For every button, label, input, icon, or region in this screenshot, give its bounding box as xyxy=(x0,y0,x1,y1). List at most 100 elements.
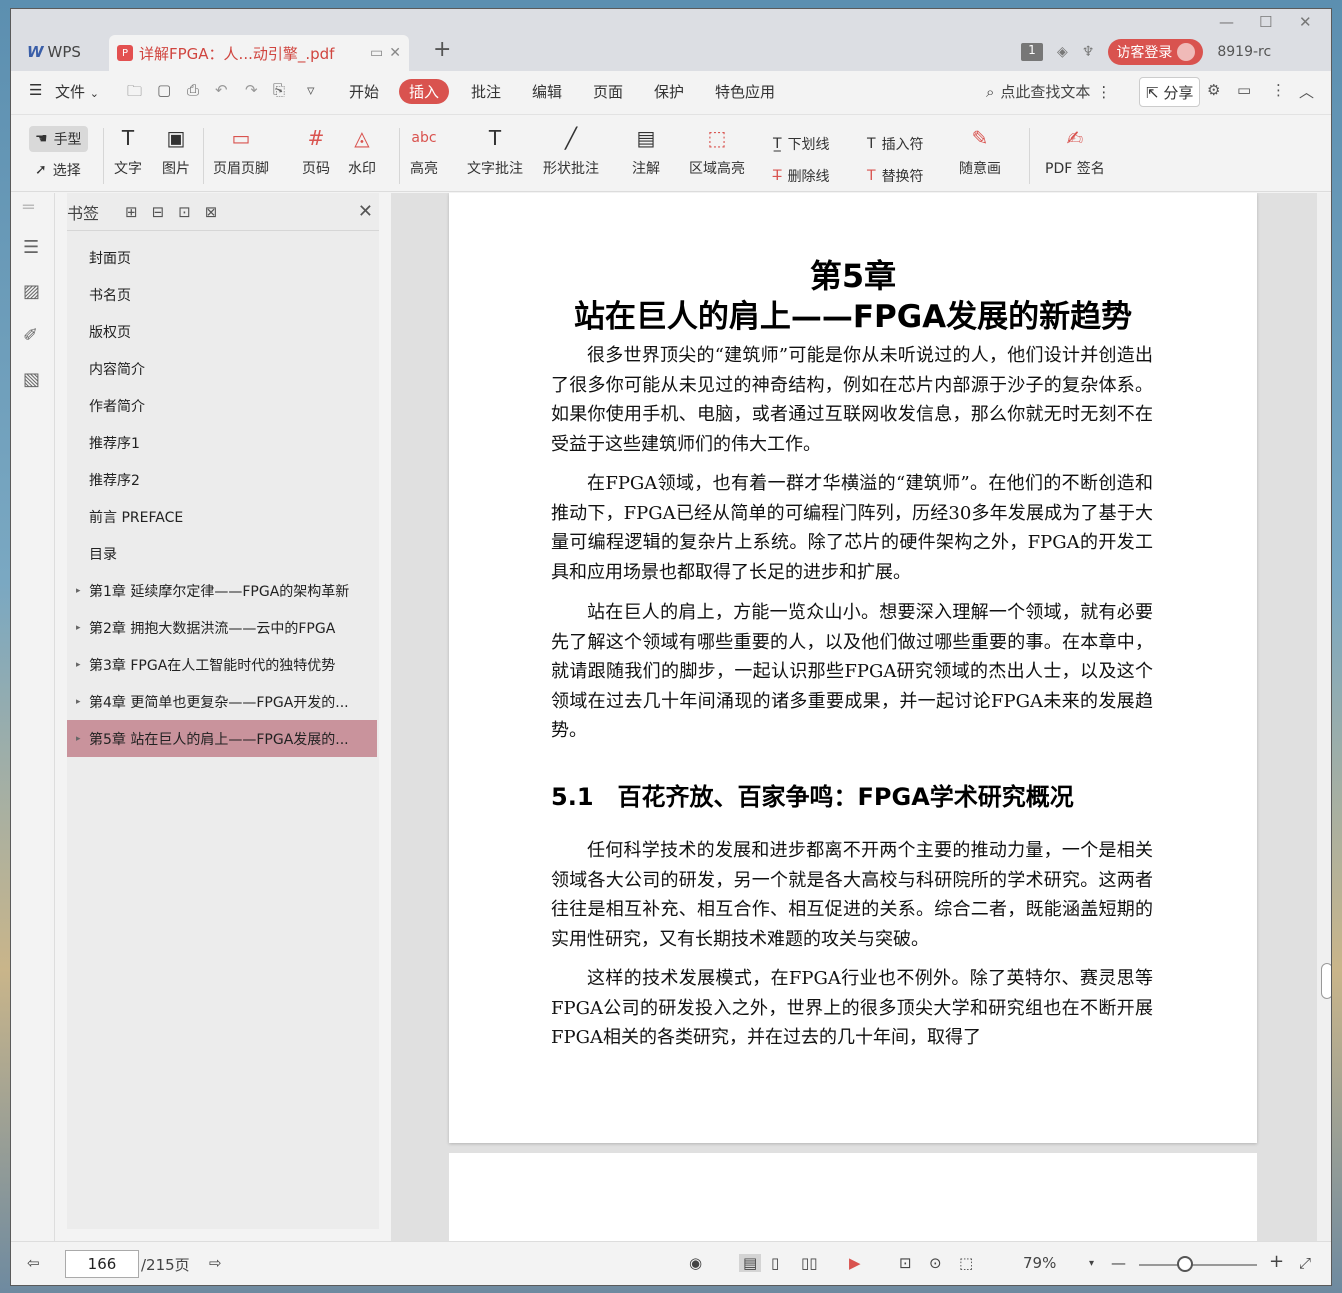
more-vertical-icon[interactable]: ⋮ xyxy=(1096,83,1111,101)
zoom-slider-knob[interactable] xyxy=(1177,1256,1193,1272)
bookmark-item[interactable]: 目录 xyxy=(67,535,379,572)
eye-protect-icon[interactable]: ◉ xyxy=(689,1254,702,1272)
bookmark-item[interactable]: 推荐序2 xyxy=(67,461,379,498)
bookmark-list-icon[interactable]: ☰ xyxy=(23,237,39,258)
insert-text-button[interactable]: T 文字 xyxy=(113,124,143,178)
bookmark-item[interactable]: 书名页 xyxy=(67,276,379,313)
bookmark-item[interactable]: 前言 PREFACE xyxy=(67,498,379,535)
share-button[interactable]: ⇱ 分享 xyxy=(1139,77,1201,107)
area-highlight-button[interactable]: ⬚ 区域高亮 xyxy=(689,124,745,178)
bookmark-item[interactable]: ▸ 第1章 延续摩尔定律——FPGA的架构革新 xyxy=(67,572,379,609)
expand-arrow-icon[interactable]: ▸ xyxy=(76,697,81,707)
text-comment-button[interactable]: T 文字批注 xyxy=(467,124,523,178)
signature-panel-icon[interactable]: ▧ xyxy=(23,369,40,390)
open-folder-icon[interactable]: 🗀 xyxy=(127,81,142,106)
underline-button[interactable]: T̲ 下划线 xyxy=(773,134,830,154)
expand-arrow-icon[interactable]: ▸ xyxy=(76,660,81,670)
menu-start[interactable]: 开始 xyxy=(349,81,379,102)
visitor-login-button[interactable]: 访客登录 xyxy=(1108,39,1204,65)
new-tab-button[interactable]: + xyxy=(433,37,451,62)
tab-close-icon[interactable]: ✕ xyxy=(389,45,401,61)
fullscreen-icon[interactable]: ⤢ xyxy=(1299,1254,1311,1272)
page-count-badge[interactable]: 1 xyxy=(1021,43,1043,61)
shape-comment-button[interactable]: ╱ 形状批注 xyxy=(543,124,599,178)
settings-gear-icon[interactable]: ⚙ xyxy=(1207,81,1220,99)
find-text-search[interactable]: ⌕ 点此查找文本 ⋮ xyxy=(986,81,1111,102)
hamburger-menu-icon[interactable]: ☰ xyxy=(29,81,42,99)
menu-special[interactable]: 特色应用 xyxy=(715,81,775,102)
print-icon[interactable]: ⎙ xyxy=(187,81,199,99)
insert-image-button[interactable]: ▣ 图片 xyxy=(161,124,191,178)
scrollbar-thumb[interactable] xyxy=(1321,963,1331,999)
skin-icon[interactable]: ◈ xyxy=(1057,44,1068,60)
select-tool-button[interactable]: ➚ 选择 xyxy=(35,160,81,180)
fit-width-icon[interactable]: ⬚ xyxy=(959,1254,973,1272)
single-page-icon[interactable]: ▯ xyxy=(771,1254,779,1272)
watermark-button[interactable]: ◬ 水印 xyxy=(347,124,377,178)
previous-page-icon[interactable]: ⇦ xyxy=(27,1254,40,1272)
expand-arrow-icon[interactable]: ▸ xyxy=(76,623,81,633)
file-menu[interactable]: 文件 ⌄ xyxy=(55,81,99,102)
more-icon[interactable]: ⋮ xyxy=(1271,81,1286,99)
maximize-button[interactable]: ☐ xyxy=(1259,13,1272,31)
bookmark-item[interactable]: ▸ 第4章 更简单也更复杂——FPGA开发的... xyxy=(67,683,379,720)
bookmark-item[interactable]: 版权页 xyxy=(67,313,379,350)
menu-comment[interactable]: 批注 xyxy=(471,81,501,102)
collapse-all-icon[interactable]: ⊟ xyxy=(152,203,165,221)
hand-tool-button[interactable]: ☚ 手型 xyxy=(29,126,88,152)
wps-home-tab[interactable]: W WPS xyxy=(21,37,103,67)
bookmark-item[interactable]: 作者简介 xyxy=(67,387,379,424)
document-tab[interactable]: P 详解FPGA：人...动引擎_.pdf ▭ ✕ xyxy=(109,35,409,71)
thumbnail-icon[interactable]: ▨ xyxy=(23,281,40,302)
menu-page[interactable]: 页面 xyxy=(593,81,623,102)
vertical-scrollbar[interactable] xyxy=(1317,193,1331,1241)
annotation-button[interactable]: ▤ 注解 xyxy=(631,124,661,178)
two-page-icon[interactable]: ▯▯ xyxy=(801,1254,818,1272)
zoom-dropdown-icon[interactable]: ▾ xyxy=(1089,1258,1094,1269)
more-quick-icon[interactable]: ▿ xyxy=(307,81,315,99)
close-panel-icon[interactable]: ✕ xyxy=(358,201,373,222)
freehand-button[interactable]: ✎ 随意画 xyxy=(959,124,1001,178)
play-icon[interactable]: ▶ xyxy=(849,1254,861,1272)
highlight-button[interactable]: abc 高亮 xyxy=(409,124,439,178)
next-page-icon[interactable]: ⇨ xyxy=(209,1254,222,1272)
strikethrough-button[interactable]: T̶ 删除线 xyxy=(773,166,830,186)
continuous-view-icon[interactable]: ▤ xyxy=(739,1254,762,1272)
menu-edit[interactable]: 编辑 xyxy=(532,81,562,102)
annotation-panel-icon[interactable]: ✐ xyxy=(23,325,38,346)
expand-icon[interactable]: ⊡ xyxy=(178,203,191,221)
bookmark-settings-icon[interactable]: ⊠ xyxy=(205,203,218,221)
bookmark-item[interactable]: ▸ 第2章 拥抱大数据洪流——云中的FPGA xyxy=(67,609,379,646)
document-viewport[interactable]: 第5章 站在巨人的肩上——FPGA发展的新趋势 很多世界顶尖的“建筑师”可能是你… xyxy=(391,193,1321,1241)
fit-page-icon[interactable]: ⊙ xyxy=(929,1254,942,1272)
undo-icon[interactable]: ↶ xyxy=(215,81,228,99)
collapse-ribbon-icon[interactable]: ︿ xyxy=(1299,81,1314,102)
bookmark-item[interactable]: 推荐序1 xyxy=(67,424,379,461)
add-bookmark-icon[interactable]: ⊞ xyxy=(125,203,138,221)
export-icon[interactable]: ⎘ xyxy=(273,81,285,99)
page-number-button[interactable]: # 页码 xyxy=(301,124,331,178)
zoom-level[interactable]: 79% xyxy=(1023,1254,1056,1272)
actual-size-icon[interactable]: ⊡ xyxy=(899,1254,912,1272)
expand-arrow-icon[interactable]: ▸ xyxy=(76,586,81,596)
replace-mark-button[interactable]: T 替换符 xyxy=(867,166,924,186)
redo-icon[interactable]: ↷ xyxy=(245,81,258,99)
insert-mark-button[interactable]: T 插入符 xyxy=(867,134,924,154)
header-footer-button[interactable]: ▭ 页眉页脚 xyxy=(213,124,269,178)
bookmark-item[interactable]: ▸ 第3章 FPGA在人工智能时代的独特优势 xyxy=(67,646,379,683)
zoom-in-icon[interactable]: + xyxy=(1269,1251,1284,1272)
zoom-slider[interactable] xyxy=(1139,1264,1257,1266)
zoom-out-icon[interactable]: — xyxy=(1111,1254,1126,1272)
menu-protect[interactable]: 保护 xyxy=(654,81,684,102)
bookmark-item[interactable]: 内容简介 xyxy=(67,350,379,387)
save-icon[interactable]: ▢ xyxy=(157,81,171,99)
minimize-button[interactable]: — xyxy=(1219,13,1234,31)
bookmark-item[interactable]: 封面页 xyxy=(67,239,379,276)
page-number-input[interactable]: 166 xyxy=(65,1250,139,1278)
close-window-button[interactable]: ✕ xyxy=(1299,13,1312,31)
pdf-sign-button[interactable]: ✍ PDF 签名 xyxy=(1045,124,1105,178)
bookmark-item[interactable]: ▸ 第5章 站在巨人的肩上——FPGA发展的... xyxy=(67,720,377,757)
shirt-icon[interactable]: ♆ xyxy=(1082,44,1095,60)
expand-arrow-icon[interactable]: ▸ xyxy=(76,734,81,744)
chat-icon[interactable]: ▭ xyxy=(1237,81,1251,99)
